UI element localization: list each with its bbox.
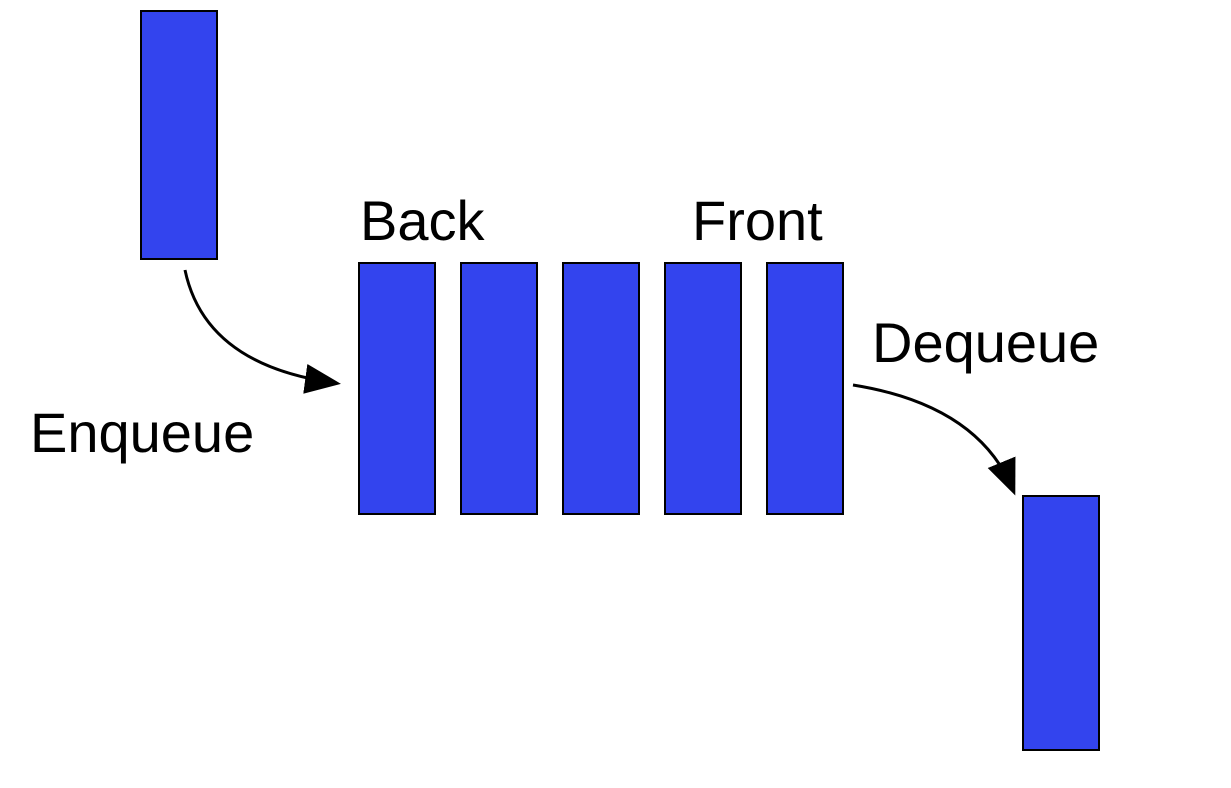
dequeue-label: Dequeue [872, 310, 1099, 375]
outgoing-block [1022, 495, 1100, 751]
back-label: Back [360, 188, 485, 253]
queue-block-5 [766, 262, 844, 515]
queue-block-2 [460, 262, 538, 515]
front-label: Front [692, 188, 823, 253]
enqueue-arrow-icon [175, 265, 355, 405]
dequeue-arrow-icon [848, 375, 1048, 515]
queue-block-4 [664, 262, 742, 515]
incoming-block [140, 10, 218, 260]
queue-block-3 [562, 262, 640, 515]
queue-block-1 [358, 262, 436, 515]
queue-diagram: Back Front Enqueue Dequeue [0, 0, 1231, 788]
enqueue-label: Enqueue [30, 400, 254, 465]
